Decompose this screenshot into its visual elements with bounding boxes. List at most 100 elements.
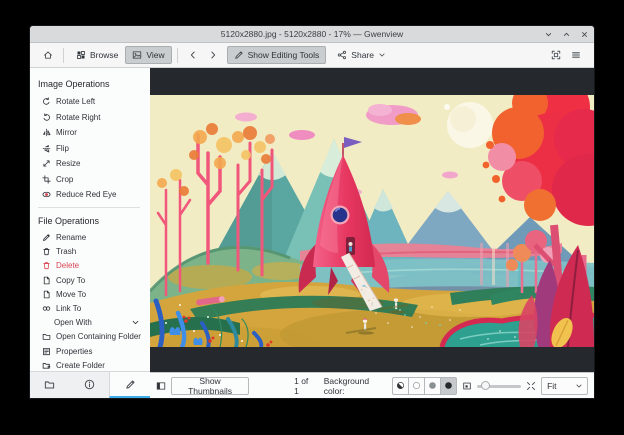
folder-icon bbox=[42, 332, 51, 341]
item-label: Trash bbox=[56, 247, 77, 257]
show-thumbnails-button[interactable]: Show Thumbnails bbox=[171, 376, 250, 396]
background-color-selector bbox=[391, 376, 457, 395]
sidebar-item-rename[interactable]: Rename bbox=[38, 231, 150, 245]
sidebar-item-resize[interactable]: Resize bbox=[38, 156, 150, 172]
image-viewer[interactable] bbox=[150, 68, 594, 372]
bg-auto-button[interactable] bbox=[391, 376, 409, 395]
item-label: Open Containing Folder bbox=[56, 332, 141, 342]
bg-black-button[interactable] bbox=[439, 376, 457, 395]
zoom-slider[interactable] bbox=[476, 378, 522, 394]
status-bar: Show Thumbnails 1 of 1 Background color: bbox=[150, 372, 594, 398]
copy-icon bbox=[42, 276, 51, 285]
item-label: Rotate Left bbox=[56, 97, 96, 107]
info-icon bbox=[84, 379, 95, 390]
flip-icon bbox=[42, 144, 51, 153]
browse-icon bbox=[76, 50, 86, 60]
delete-icon bbox=[42, 261, 51, 270]
share-icon bbox=[337, 50, 347, 60]
minimize-button[interactable] bbox=[543, 29, 554, 40]
next-image-button[interactable] bbox=[203, 46, 223, 64]
item-label: Open With bbox=[54, 318, 92, 328]
rotate-right-icon bbox=[42, 113, 51, 122]
image-counter: 1 of 1 bbox=[294, 375, 309, 396]
rocket-illustration bbox=[150, 95, 594, 347]
sidebar-item-rotate-right[interactable]: Rotate Right bbox=[38, 110, 150, 126]
sidebar-item-reduce-red-eye[interactable]: Reduce Red Eye bbox=[38, 187, 150, 203]
sidebar-toggle-icon[interactable] bbox=[156, 381, 166, 391]
show-editing-tools-button[interactable]: Show Editing Tools bbox=[226, 46, 327, 64]
bg-white-button[interactable] bbox=[407, 376, 425, 395]
sidebar-item-link-to[interactable]: Link To bbox=[38, 301, 150, 315]
window-title: 5120x2880.jpg - 5120x2880 - 17% — Gwenvi… bbox=[220, 29, 404, 39]
item-label: Rename bbox=[56, 233, 87, 243]
sidebar-item-properties[interactable]: Properties bbox=[38, 344, 150, 358]
sidebar-item-open-containing-folder[interactable]: Open Containing Folder bbox=[38, 330, 150, 344]
chevron-down-icon bbox=[131, 318, 140, 327]
image-operations-title: Image Operations bbox=[38, 79, 110, 89]
zoom-fit-icon[interactable] bbox=[462, 381, 472, 391]
pencil-icon bbox=[234, 50, 244, 60]
hamburger-menu-button[interactable] bbox=[566, 46, 586, 64]
home-icon bbox=[43, 50, 53, 60]
rename-icon bbox=[42, 233, 51, 242]
operations-sidebar: Image Operations Rotate Left Rotate Righ… bbox=[30, 68, 151, 398]
item-label: Copy To bbox=[56, 275, 86, 285]
move-icon bbox=[42, 290, 51, 299]
tab-operations[interactable] bbox=[109, 372, 151, 398]
item-label: Rotate Right bbox=[56, 112, 101, 122]
zoom-slider-handle[interactable] bbox=[480, 381, 490, 390]
item-label: Properties bbox=[56, 346, 93, 356]
sidebar-item-copy-to[interactable]: Copy To bbox=[38, 273, 150, 287]
sidebar-item-trash[interactable]: Trash bbox=[38, 245, 150, 259]
zoom-actual-size-icon[interactable] bbox=[526, 381, 536, 391]
sidebar-item-delete[interactable]: Delete bbox=[38, 259, 150, 273]
item-label: Mirror bbox=[56, 128, 77, 138]
item-label: Link To bbox=[56, 304, 82, 314]
sidebar-item-mirror[interactable]: Mirror bbox=[38, 125, 150, 141]
titlebar[interactable]: 5120x2880.jpg - 5120x2880 - 17% — Gwenvi… bbox=[30, 26, 594, 43]
resize-icon bbox=[42, 159, 51, 168]
black-circle-icon bbox=[444, 381, 453, 390]
close-button[interactable] bbox=[579, 29, 590, 40]
toolbar-separator bbox=[176, 47, 178, 63]
item-label: Crop bbox=[56, 174, 74, 184]
sidebar-item-open-with[interactable]: Open With bbox=[38, 316, 150, 330]
hamburger-menu-icon bbox=[571, 50, 581, 60]
share-label: Share bbox=[351, 50, 374, 60]
sidebar-divider bbox=[38, 206, 140, 208]
sidebar-item-crop[interactable]: Crop bbox=[38, 172, 150, 188]
sidebar-item-flip[interactable]: Flip bbox=[38, 141, 150, 157]
mirror-icon bbox=[42, 128, 51, 137]
item-label: Create Folder bbox=[56, 360, 105, 370]
sidebar-item-move-to[interactable]: Move To bbox=[38, 287, 150, 301]
item-label: Reduce Red Eye bbox=[56, 190, 117, 200]
show-editing-tools-label: Show Editing Tools bbox=[247, 50, 320, 60]
zoom-mode-value: Fit bbox=[547, 380, 557, 391]
browse-mode-button[interactable]: Browse bbox=[69, 46, 125, 64]
view-mode-button[interactable]: View bbox=[125, 46, 172, 64]
pencil-icon bbox=[125, 379, 136, 390]
bg-gray-button[interactable] bbox=[423, 376, 441, 395]
background-color-label: Background color: bbox=[323, 375, 370, 396]
item-label: Resize bbox=[56, 159, 81, 169]
crop-icon bbox=[42, 175, 51, 184]
previous-image-button[interactable] bbox=[183, 46, 203, 64]
maximize-button[interactable] bbox=[561, 29, 572, 40]
zoom-mode-select[interactable]: Fit bbox=[541, 376, 588, 395]
tab-information[interactable] bbox=[70, 372, 110, 398]
create-folder-icon bbox=[42, 361, 51, 370]
sidebar-item-create-folder[interactable]: Create Folder bbox=[38, 358, 150, 371]
white-circle-icon bbox=[412, 381, 421, 390]
item-label: Flip bbox=[56, 143, 69, 153]
sidebar-item-rotate-left[interactable]: Rotate Left bbox=[38, 94, 150, 110]
home-button[interactable] bbox=[38, 46, 58, 64]
folder-icon bbox=[44, 379, 55, 390]
fullscreen-button[interactable] bbox=[546, 46, 566, 64]
window-controls bbox=[543, 26, 590, 42]
gwenview-window: 5120x2880.jpg - 5120x2880 - 17% — Gwenvi… bbox=[30, 26, 594, 398]
file-operations-title: File Operations bbox=[38, 215, 100, 226]
gray-circle-icon bbox=[428, 381, 437, 390]
share-button[interactable]: Share bbox=[330, 46, 393, 64]
tab-folders[interactable] bbox=[30, 372, 70, 398]
red-eye-icon bbox=[42, 190, 51, 199]
